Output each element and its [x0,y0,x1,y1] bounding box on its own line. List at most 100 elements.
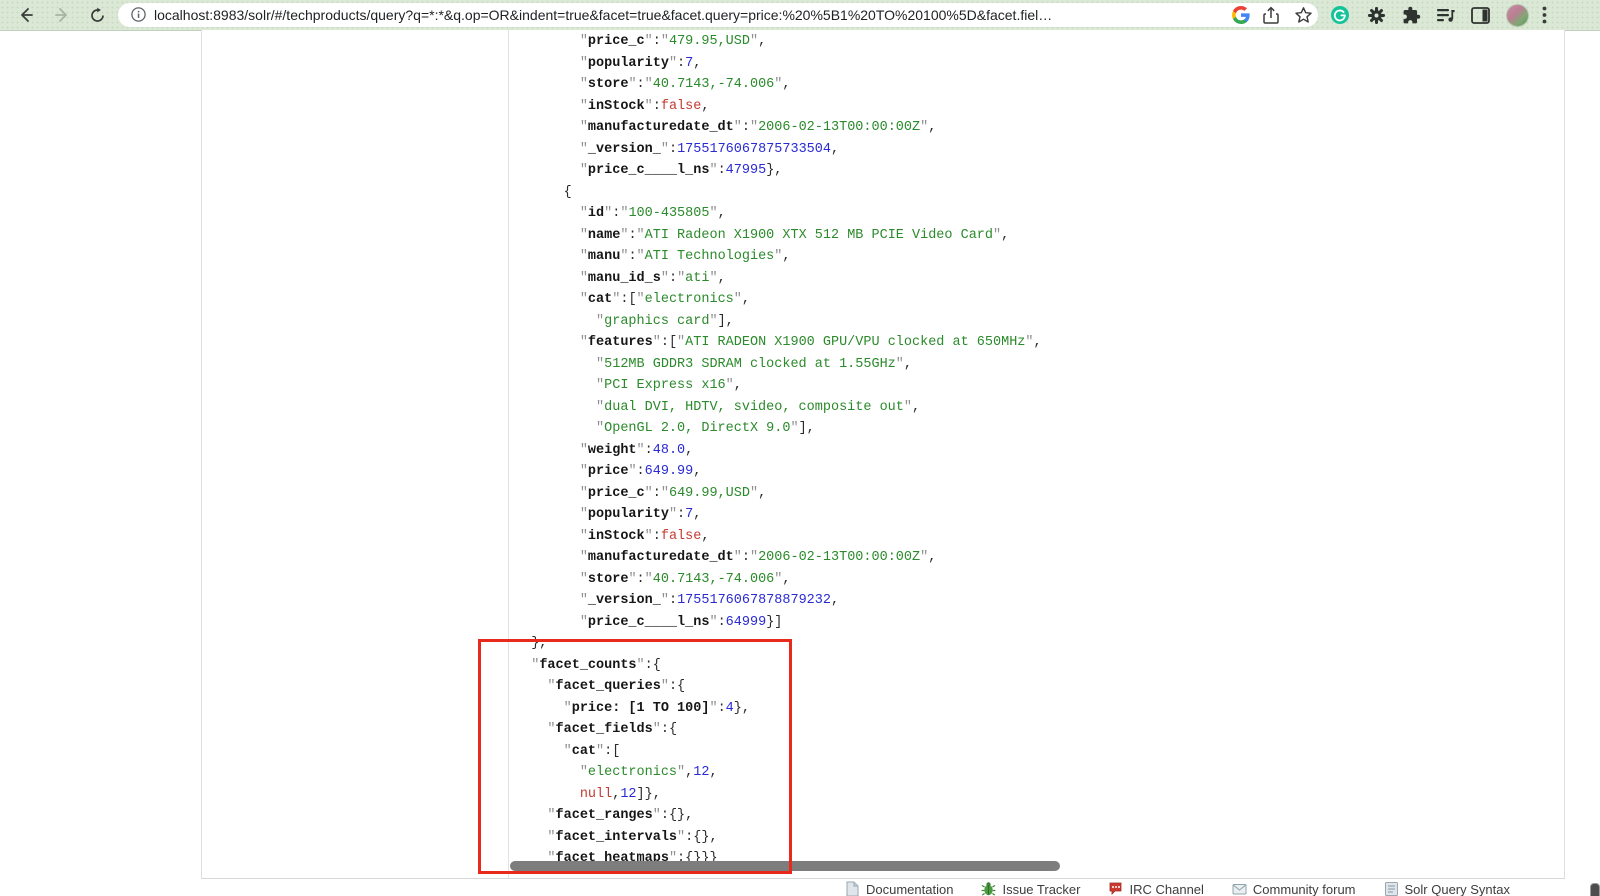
footer-link-label: Issue Tracker [1002,882,1081,896]
code-token: " [677,765,686,780]
footer-link-solr-query-syntax[interactable]: Solr Query Syntax [1384,881,1510,896]
code-token: facet_queries [555,679,661,694]
gear-icon[interactable] [1364,4,1388,26]
code-token: : [644,442,653,458]
code-token: " [652,808,661,823]
code-token: " [733,550,742,565]
code-token: , [758,485,767,501]
code-token: { [563,184,572,200]
code-token: : [717,700,726,716]
code-line: "facet_ranges":{}, [515,805,1562,827]
footer-link-label: IRC Channel [1129,882,1204,896]
code-token: , [733,378,742,393]
code-line: "cat":["electronics", [515,289,1562,311]
code-token: store [587,571,629,587]
code-token: " [749,120,759,135]
refresh-icon[interactable] [85,4,109,26]
footer-link-label: Documentation [866,882,954,896]
code-line: "id":"100-435805", [515,203,1562,225]
footer-link-issue-tracker[interactable]: Issue Tracker [981,881,1080,896]
code-token: : [652,528,661,544]
code-line: "price":649.99, [515,461,1562,483]
code-token: " [709,313,718,329]
code-token: , [1001,227,1010,243]
share-icon[interactable] [1262,6,1282,24]
code-token: name [587,227,621,243]
code-token: 1755176067875733504 [677,141,831,157]
code-token: : [668,593,678,608]
footer-link-community-forum[interactable]: Community forum [1232,881,1356,896]
code-token: " [579,765,588,780]
code-token: , [701,528,710,544]
horizontal-scrollbar-thumb[interactable] [510,861,1060,871]
code-token: " [644,485,653,501]
code-token: " [644,77,653,92]
code-token: , [782,249,791,264]
code-token: :{ [660,722,678,737]
address-bar[interactable]: localhost:8983/solr/#/techproducts/query… [118,3,1318,27]
footer-link-irc-channel[interactable]: IRC Channel [1108,881,1204,896]
code-line: "PCI Express x16", [515,375,1562,397]
code-token: " [1025,335,1034,350]
google-g-icon[interactable] [1232,6,1252,24]
code-token: " [579,55,588,71]
code-token: false [660,528,702,544]
code-token: 479.95,USD [668,34,750,49]
code-token: " [579,163,588,178]
sidebar-icon[interactable] [1468,4,1492,26]
code-token: 40.7143,-74.006 [652,571,775,587]
code-token: price_c____l_ns [587,163,710,178]
code-token: " [709,163,718,178]
vertical-scrollbar-thumb[interactable] [1590,883,1600,896]
code-token: , [717,270,726,286]
code-line: }, [515,633,1562,655]
code-token: electronics [644,292,734,307]
code-token: " [579,550,588,565]
code-token: " [677,270,686,286]
puzzle-icon[interactable] [1399,4,1423,26]
code-line: null,12]}, [515,784,1562,806]
avatar[interactable] [1506,4,1529,27]
code-token: manu_id_s [587,270,661,286]
code-token: 100-435805 [628,206,710,221]
grammarly-icon[interactable] [1328,4,1352,26]
bookmark-star-icon[interactable] [1294,6,1314,24]
code-line: "dual DVI, HDTV, svideo, composite out", [515,397,1562,419]
code-token: " [579,227,588,243]
forward-icon[interactable] [50,4,74,26]
code-line: "price_c____l_ns":47995}, [515,160,1562,182]
playlist-icon[interactable] [1434,4,1458,26]
code-token: store [587,77,629,92]
browser-toolbar: localhost:8983/solr/#/techproducts/query… [0,0,1600,31]
code-token: ATI Radeon X1900 XTX 512 MB PCIE Video C… [644,227,994,243]
code-token: " [579,98,588,114]
code-line: "popularity":7, [515,53,1562,75]
code-token: :[ [604,743,621,759]
footer-link-documentation[interactable]: Documentation [845,881,953,896]
json-response-output: "price_c":"479.95,USD", "popularity":7, … [508,30,1562,861]
back-icon[interactable] [14,4,38,26]
code-token: ATI Technologies [644,249,775,264]
code-line: "facet_heatmaps":{}}} [515,848,1562,861]
site-info-icon[interactable] [130,6,150,24]
code-line: "facet_fields":{ [515,719,1562,741]
menu-dots-icon[interactable] [1532,4,1556,26]
code-token: " [644,528,653,544]
code-token: , [693,464,702,479]
code-token: cat [571,743,597,759]
code-token: " [596,313,605,329]
url-text[interactable]: localhost:8983/solr/#/techproducts/query… [154,3,1238,27]
code-line: "popularity":7, [515,504,1562,526]
code-token: , [1033,335,1042,350]
